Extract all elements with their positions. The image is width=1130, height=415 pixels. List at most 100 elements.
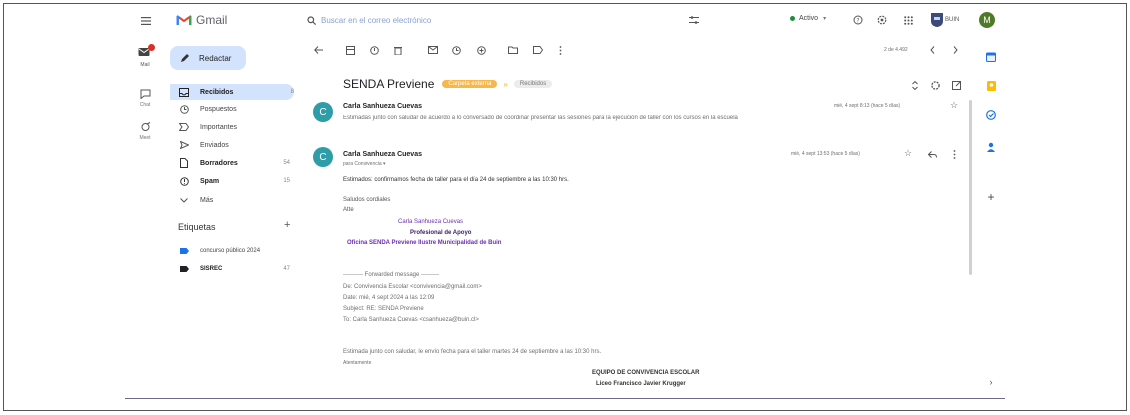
inbox-chip[interactable]: Recibidos (513, 80, 553, 88)
thread-subject: SENDA Previene (343, 77, 435, 91)
message-recipient[interactable]: para Convivencia ▾ (343, 161, 386, 167)
settings-icon[interactable] (876, 14, 888, 26)
label-item[interactable]: SISREC 47 (178, 262, 290, 276)
archive-icon[interactable] (345, 45, 355, 55)
label-item-name: SISREC (200, 266, 223, 272)
expand-side-panel-icon[interactable]: › (985, 376, 997, 388)
nav-item-count: 54 (283, 160, 290, 166)
reply-icon[interactable] (927, 149, 937, 159)
expand-all-icon[interactable] (910, 80, 920, 90)
add-task-icon[interactable] (476, 45, 486, 55)
nav-item-label: Importantes (200, 123, 237, 131)
nav-item-enviados[interactable]: Enviados (178, 138, 290, 152)
delete-icon[interactable] (393, 45, 403, 55)
message-sender[interactable]: Carla Sanhueza Cuevas (343, 151, 422, 158)
importance-marker-icon[interactable]: » (503, 80, 507, 89)
keep-icon[interactable] (985, 80, 997, 92)
message-date: mié, 4 sept 8:13 (hace 5 días) (834, 103, 901, 109)
search-options-icon[interactable] (688, 14, 700, 26)
important-icon (178, 121, 190, 133)
search-input[interactable]: Buscar en el correo electrónico (321, 16, 688, 25)
status-selector[interactable]: Activo ▾ (790, 15, 826, 22)
external-folder-chip[interactable]: Carpeta externa (442, 80, 498, 88)
nav-item-label: Spam (200, 177, 220, 185)
nav-item-label: Borradores (200, 159, 238, 167)
gmail-logo[interactable]: Gmail (176, 13, 227, 27)
spam-icon (178, 175, 190, 187)
pencil-icon (181, 54, 189, 62)
thread-scrollbar[interactable] (969, 100, 972, 275)
rail-mail[interactable]: Mail (134, 44, 156, 68)
inbox-icon (178, 86, 190, 98)
move-to-icon[interactable] (508, 45, 518, 55)
contacts-icon[interactable] (985, 141, 997, 153)
forward-date: Date: mié, 4 sept 2024 a las 12:09 (343, 295, 435, 301)
rail-meet[interactable]: Meet (134, 122, 156, 141)
label-icon[interactable] (533, 45, 543, 55)
label-tag-icon (178, 263, 190, 275)
message-more-icon[interactable] (949, 149, 959, 159)
nav-item-pospuestos[interactable]: Pospuestos (178, 102, 290, 116)
back-arrow-icon[interactable] (313, 45, 323, 55)
message-closing: Saludos cordiales (343, 197, 391, 203)
pagination-text: 2 de 4.492 (884, 47, 908, 53)
next-page-icon[interactable] (950, 45, 960, 55)
signature-role: Profesional de Apoyo (410, 230, 472, 236)
get-addons-icon[interactable]: + (985, 190, 997, 204)
nav-item-importantes[interactable]: Importantes (178, 120, 290, 134)
snooze-icon[interactable] (451, 45, 461, 55)
forward-signoff: Atentamente (343, 360, 372, 366)
label-tag-icon (178, 245, 190, 257)
message-body-line: Estimados: confirmamos fecha de taller p… (343, 177, 569, 183)
signature-org: Oficina SENDA Previene Ilustre Municipal… (347, 240, 502, 246)
mark-unread-icon[interactable] (428, 45, 438, 55)
apps-grid-icon[interactable] (902, 14, 914, 26)
sender-avatar: C (313, 102, 333, 122)
nav-item-borradores[interactable]: Borradores 54 (178, 156, 290, 170)
star-icon[interactable]: ☆ (904, 148, 912, 159)
print-icon[interactable] (930, 80, 940, 90)
org-badge[interactable]: BUIN (930, 12, 959, 28)
prev-page-icon[interactable] (927, 45, 937, 55)
bottom-rule (125, 398, 1005, 399)
main-menu-icon[interactable] (140, 15, 152, 27)
label-item-name: concurso público 2024 (200, 248, 261, 254)
nav-item-spam[interactable]: Spam 15 (178, 174, 290, 188)
calendar-icon[interactable] (985, 51, 997, 63)
report-spam-icon[interactable] (369, 45, 379, 55)
sender-avatar: C (313, 147, 333, 167)
support-icon[interactable]: ? (852, 14, 864, 26)
svg-text:?: ? (856, 18, 859, 25)
nav-item-count: 15 (283, 178, 290, 184)
rail-chat-label: Chat (139, 102, 151, 108)
more-options-icon[interactable] (555, 45, 565, 55)
status-label: Activo (799, 15, 819, 22)
nav-item-label: Pospuestos (200, 105, 237, 113)
message-snippet[interactable]: Estimadas junto con saludar de acuerdo a… (343, 115, 838, 121)
org-label: BUIN (945, 17, 960, 23)
message-sender[interactable]: Carla Sanhueza Cuevas (343, 103, 422, 110)
meet-icon (141, 122, 150, 131)
star-icon[interactable]: ☆ (950, 100, 958, 111)
compose-button[interactable]: Redactar (170, 46, 246, 70)
rail-chat[interactable]: Chat (134, 89, 156, 108)
municipal-shield-icon (931, 13, 943, 27)
status-dot-icon (790, 16, 795, 21)
forward-team: EQUIPO DE CONVIVENCIA ESCOLAR (592, 370, 700, 376)
tasks-icon[interactable] (985, 109, 997, 121)
nav-item-recibidos[interactable]: Recibidos 8 (170, 84, 294, 100)
compose-label: Redactar (199, 53, 232, 63)
nav-item-count: 8 (290, 89, 294, 95)
account-avatar[interactable]: M (979, 12, 995, 28)
thread-subject-row: SENDA Previene Carpeta externa » Recibid… (343, 77, 553, 91)
label-item[interactable]: concurso público 2024 (178, 244, 290, 258)
search-icon[interactable] (305, 14, 317, 26)
open-new-window-icon[interactable] (951, 80, 961, 90)
add-label-icon[interactable]: + (284, 219, 290, 231)
search-bar[interactable]: Buscar en el correo electrónico (305, 9, 700, 31)
forward-from: De: Convivencia Escolar <convivencia@gma… (343, 284, 482, 290)
nav-item-m-s[interactable]: Más (178, 193, 290, 207)
clock-icon (178, 103, 190, 115)
forward-school: Liceo Francisco Javier Krugger (596, 381, 686, 387)
draft-icon (178, 157, 190, 169)
